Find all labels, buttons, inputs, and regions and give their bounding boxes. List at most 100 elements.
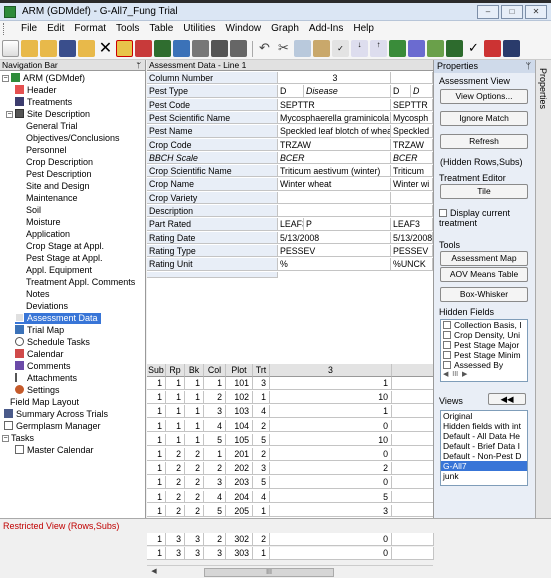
grid-cell[interactable]: 0 (270, 476, 392, 489)
display-current-treatment[interactable]: Display current treatment (439, 208, 531, 228)
cell-col3-extra[interactable]: P (304, 218, 391, 231)
nav-header[interactable]: Header (15, 85, 57, 96)
grid-cell[interactable]: 3 (166, 547, 185, 560)
menu-utilities[interactable]: Utilities (178, 21, 220, 36)
grid-cell[interactable]: 4 (253, 490, 270, 504)
cell-col3[interactable]: Triticum aestivum (winter) (278, 165, 391, 178)
menu-format[interactable]: Format (69, 21, 111, 36)
cell-col3[interactable]: PESSEV (278, 244, 391, 258)
grid-cell[interactable]: 1 (147, 490, 166, 504)
nav-pest-stage[interactable]: Pest Stage at Appl. (26, 253, 103, 264)
view-item[interactable]: Default - Non-Pest D (441, 451, 527, 461)
cell-col4[interactable]: D (391, 85, 411, 98)
grid-cell-extra[interactable] (392, 391, 434, 404)
grid-cell[interactable]: 102 (226, 391, 253, 404)
grid-cell[interactable]: 2 (253, 448, 270, 461)
grid-cell[interactable]: 2 (166, 504, 185, 518)
grid-cell[interactable]: 1 (204, 448, 226, 461)
maximize-button[interactable]: □ (501, 5, 523, 19)
menu-help[interactable]: Help (348, 21, 379, 36)
print-icon[interactable] (211, 40, 228, 57)
grid-cell[interactable]: 1 (253, 391, 270, 404)
grid-cell[interactable]: 5 (270, 490, 392, 504)
views-collapse-button[interactable]: ◀◀ (488, 393, 526, 405)
nav-moisture[interactable]: Moisture (26, 217, 61, 228)
nav-objectives[interactable]: Objectives/Conclusions (26, 133, 120, 144)
grid-cell[interactable]: 10 (270, 433, 392, 447)
tile-button[interactable]: Tile (440, 184, 528, 199)
grid-cell[interactable]: 2 (253, 419, 270, 433)
grid-cell[interactable]: 1 (166, 419, 185, 433)
header-icon[interactable] (116, 40, 133, 57)
hidden-fields-scrollbar[interactable]: ◀ III ▶ (441, 370, 527, 380)
export-icon[interactable] (78, 40, 95, 57)
box-whisker-button[interactable]: Box-Whisker (440, 287, 528, 302)
wizard-icon[interactable] (427, 40, 444, 57)
grid-cell[interactable]: 1 (147, 405, 166, 418)
grid-cell-extra[interactable] (392, 433, 434, 447)
menu-add-ins[interactable]: Add-Ins (304, 21, 348, 36)
views-list[interactable]: Original Hidden fields with int Default … (440, 410, 528, 486)
nav-treatments[interactable]: Treatments (15, 97, 72, 108)
grid-cell[interactable]: 4 (204, 490, 226, 504)
cell-col3[interactable] (278, 191, 391, 205)
nav-root[interactable]: ARM (GDMdef) (11, 73, 85, 84)
email-icon[interactable] (192, 40, 209, 57)
treatments-icon[interactable] (135, 40, 152, 57)
cell-col4[interactable] (391, 191, 433, 205)
grid-cell-extra[interactable] (392, 377, 434, 390)
new-icon[interactable] (2, 40, 19, 57)
grid-cell[interactable]: 1 (147, 533, 166, 546)
grid-cell[interactable]: 1 (253, 504, 270, 518)
cell-col3[interactable]: D (278, 85, 304, 98)
sort-descending-icon[interactable]: ↑ (370, 40, 387, 57)
grid-cell[interactable]: 5 (204, 433, 226, 447)
hidden-field-checkbox[interactable] (443, 331, 451, 339)
grid-cell[interactable]: 201 (226, 448, 253, 461)
grid-cell[interactable]: 2 (166, 448, 185, 461)
copy-icon[interactable] (294, 40, 311, 57)
nav-field-map-layout[interactable]: Field Map Layout (10, 397, 79, 408)
cell-col4[interactable] (391, 72, 433, 85)
menu-window[interactable]: Window (221, 21, 267, 36)
cell-col4[interactable]: Mycosph (391, 111, 433, 125)
grid-cell-extra[interactable] (392, 476, 434, 489)
nav-trial-map[interactable]: Trial Map (15, 325, 64, 336)
hidden-field-checkbox[interactable] (443, 351, 451, 359)
grid-cell[interactable]: 1 (147, 547, 166, 560)
grid-cell[interactable]: 5 (204, 504, 226, 518)
hidden-field-item[interactable]: Pest Stage Minim (441, 350, 527, 360)
save-icon[interactable] (59, 40, 76, 57)
grid-cell[interactable]: 1 (147, 433, 166, 447)
grid-cell[interactable]: 1 (185, 377, 204, 390)
view-item-selected[interactable]: G-All7 (441, 461, 527, 471)
grid-cell[interactable]: 1 (147, 377, 166, 390)
add-in-icon[interactable] (446, 40, 463, 57)
hidden-fields-list[interactable]: Collection Basis, I Crop Density, Uni Pe… (440, 319, 528, 382)
scroll-thumb[interactable]: III (204, 568, 334, 577)
grid-cell[interactable]: 5 (253, 433, 270, 447)
cell-col4[interactable]: 5/13/2008 (391, 231, 433, 244)
nav-schedule-tasks[interactable]: Schedule Tasks (15, 337, 90, 348)
grid-cell[interactable]: 0 (270, 533, 392, 546)
view-item[interactable]: junk (441, 471, 527, 481)
grid-cell[interactable]: 2 (204, 533, 226, 546)
grid-cell[interactable]: 1 (270, 405, 392, 418)
database-icon[interactable] (503, 40, 520, 57)
cell-col4[interactable]: Speckled (391, 125, 433, 138)
grid-cell[interactable]: 1 (185, 419, 204, 433)
scroll-left-icon[interactable]: ◀ (149, 567, 159, 578)
close-file-icon[interactable]: ✕ (97, 40, 114, 57)
grid-cell[interactable]: 204 (226, 490, 253, 504)
grid-cell[interactable]: 1 (253, 547, 270, 560)
cell-col3[interactable]: % (278, 258, 391, 271)
paste-icon[interactable] (313, 40, 330, 57)
cell-col4[interactable]: %UNCK (391, 258, 433, 271)
grid-cell[interactable]: 303 (226, 547, 253, 560)
menu-tools[interactable]: Tools (111, 21, 144, 36)
hidden-field-item[interactable]: Crop Density, Uni (441, 330, 527, 340)
grid-header[interactable]: Trt (253, 364, 270, 377)
nav-calendar[interactable]: Calendar (15, 349, 64, 360)
assessment-icon[interactable] (154, 40, 171, 57)
grid-header[interactable]: 3 (270, 364, 392, 377)
